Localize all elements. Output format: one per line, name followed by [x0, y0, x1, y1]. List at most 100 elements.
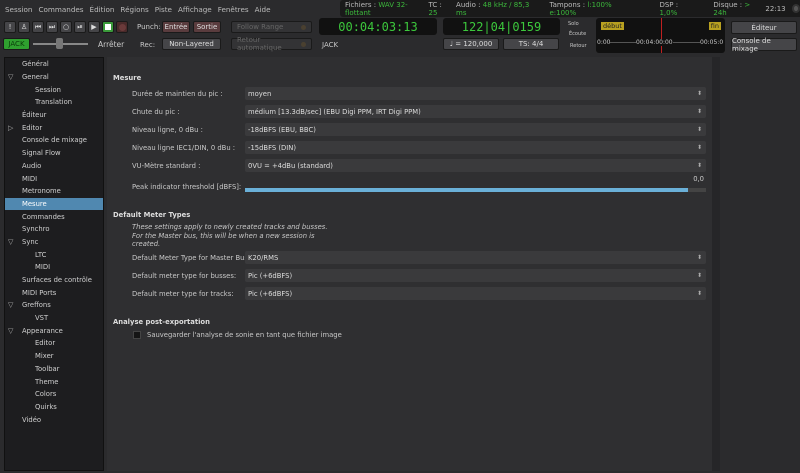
play-button[interactable]: ▶ — [88, 21, 100, 33]
stop-button[interactable] — [102, 21, 114, 33]
sidebar-item[interactable]: ▽ General — [5, 71, 103, 84]
sidebar-item-label: Appearance — [22, 326, 63, 335]
goto-start-button[interactable]: ⏮ — [32, 21, 44, 33]
menu-edition[interactable]: Édition — [90, 5, 115, 14]
peak-threshold-slider[interactable] — [245, 188, 706, 192]
sidebar-item[interactable]: Toolbar — [5, 363, 103, 376]
loop-button[interactable]: ○ — [60, 21, 72, 33]
menu-affichage[interactable]: Affichage — [178, 5, 212, 14]
goto-end-button[interactable]: ⏭ — [46, 21, 58, 33]
sidebar-item-label: Session — [35, 85, 61, 94]
expanded-arrow-icon[interactable]: ▽ — [8, 301, 13, 309]
sidebar-item[interactable]: MIDI — [5, 172, 103, 185]
record-button[interactable] — [116, 21, 128, 33]
expanded-arrow-icon[interactable]: ▽ — [8, 73, 13, 81]
sidebar-item-label: Sync — [22, 237, 39, 246]
shuttle-handle[interactable] — [56, 38, 63, 49]
meter-button[interactable]: TS: 4/4 — [503, 38, 559, 50]
settings-icon[interactable] — [791, 4, 800, 13]
sidebar-item[interactable]: Commandes — [5, 210, 103, 223]
rec-mode-button[interactable]: Non-Layered — [162, 38, 221, 50]
section-title: Mesure — [113, 74, 142, 82]
expanded-arrow-icon[interactable]: ▽ — [8, 327, 13, 335]
setting-label: VU-Mètre standard : — [132, 162, 201, 170]
sidebar-item[interactable]: ▽ Sync — [5, 236, 103, 249]
sidebar-item[interactable]: Éditeur — [5, 109, 103, 122]
sidebar-item[interactable]: Editor — [5, 337, 103, 350]
mini-timeline[interactable]: début fin 0:00 00:04:00:00 00:05:0 — [596, 18, 725, 53]
collapsed-arrow-icon[interactable]: ▷ — [8, 124, 13, 132]
setting-dropdown[interactable]: -18dBFS (EBU, BBC) ⬍ — [245, 123, 706, 136]
menu-aide[interactable]: Aide — [255, 5, 271, 14]
jack-button[interactable]: JACK — [3, 38, 30, 50]
return-button[interactable]: Retour — [570, 43, 587, 49]
expanded-arrow-icon[interactable]: ▽ — [8, 238, 13, 246]
sidebar-item[interactable]: Metronome — [5, 185, 103, 198]
setting-label: Default Meter Type for Master Bus: — [132, 254, 251, 262]
mixer-button[interactable]: Console de mixage — [731, 37, 797, 53]
sidebar-item[interactable]: Console de mixage — [5, 134, 103, 147]
secondary-clock[interactable]: 122|04|0159 — [443, 18, 560, 35]
menu-piste[interactable]: Piste — [155, 5, 172, 14]
setting-dropdown[interactable]: 0VU = +4dBu (standard) ⬍ — [245, 159, 706, 172]
peak-threshold-value: 0,0 — [693, 175, 704, 183]
setting-dropdown[interactable]: moyen ⬍ — [245, 87, 706, 100]
sidebar-item[interactable]: Mesure — [5, 197, 103, 211]
sidebar-item[interactable]: Audio — [5, 160, 103, 173]
setting-dropdown[interactable]: médium [13.3dB/sec] (EBU Digi PPM, IRT D… — [245, 105, 706, 118]
punch-in-button[interactable]: Entrée — [162, 21, 190, 33]
menu-fenetres[interactable]: Fenêtres — [218, 5, 249, 14]
follow-range-button[interactable]: Follow Range — [231, 21, 312, 33]
chevron-updown-icon: ⬍ — [696, 144, 702, 151]
sidebar-item[interactable]: Signal Flow — [5, 147, 103, 160]
punch-label: Punch: — [137, 23, 161, 31]
chevron-updown-icon: ⬍ — [696, 126, 702, 133]
sidebar-item[interactable]: Session — [5, 83, 103, 96]
sidebar-item-label: Surfaces de contrôle — [22, 276, 92, 285]
save-loudness-label: Sauvegarder l'analyse de sonie en tant q… — [147, 331, 342, 339]
sidebar-item[interactable]: ▽ Appearance — [5, 324, 103, 337]
sidebar-item[interactable]: Translation — [5, 96, 103, 109]
scrollbar[interactable] — [712, 57, 720, 471]
panic-button[interactable]: ! — [4, 21, 16, 33]
menu-commandes[interactable]: Commandes — [38, 5, 83, 14]
save-loudness-checkbox[interactable] — [133, 331, 141, 339]
end-marker[interactable]: fin — [708, 22, 721, 30]
editor-button[interactable]: Éditeur — [731, 21, 797, 34]
sidebar-item[interactable]: Synchro — [5, 223, 103, 236]
setting-dropdown[interactable]: Pic (+6dBFS) ⬍ — [245, 269, 706, 282]
menu-session[interactable]: Session — [5, 5, 32, 14]
sidebar-item[interactable]: Surfaces de contrôle — [5, 274, 103, 287]
sidebar-item[interactable]: MIDI — [5, 261, 103, 274]
dropdown-value: moyen — [248, 89, 272, 98]
sidebar-item[interactable]: LTC — [5, 248, 103, 261]
sidebar-item-label: LTC — [35, 250, 47, 259]
primary-clock[interactable]: 00:04:03:13 — [319, 18, 437, 35]
sidebar-item[interactable]: ▷ Editor — [5, 121, 103, 134]
start-marker[interactable]: début — [601, 22, 624, 30]
dropdown-value: Pic (+6dBFS) — [248, 271, 293, 280]
solo-button[interactable]: Solo — [568, 21, 579, 27]
sidebar-item[interactable]: Quirks — [5, 401, 103, 414]
sidebar-item[interactable]: ▽ Greffons — [5, 299, 103, 312]
sidebar-item[interactable]: Général — [5, 58, 103, 71]
setting-dropdown[interactable]: K20/RMS ⬍ — [245, 251, 706, 264]
setting-dropdown[interactable]: -15dBFS (DIN) ⬍ — [245, 141, 706, 154]
dropdown-value: K20/RMS — [248, 253, 279, 262]
punch-out-button[interactable]: Sortie — [193, 21, 221, 33]
sidebar-item-label: Signal Flow — [22, 149, 61, 158]
dropdown-value: 0VU = +4dBu (standard) — [248, 161, 333, 170]
setting-dropdown[interactable]: Pic (+6dBFS) ⬍ — [245, 287, 706, 300]
tempo-button[interactable]: ♩ = 120,000 — [443, 38, 499, 50]
menu-regions[interactable]: Régions — [120, 5, 148, 14]
auto-return-button[interactable]: Retour automatique — [231, 36, 312, 52]
sidebar-item[interactable]: Vidéo — [5, 413, 103, 426]
sidebar-item[interactable]: VST — [5, 312, 103, 325]
metronome-icon[interactable]: ♙ — [18, 21, 30, 33]
sidebar-item[interactable]: Mixer — [5, 350, 103, 363]
sidebar-item[interactable]: Theme — [5, 375, 103, 388]
listen-button[interactable]: Écoute — [569, 31, 586, 37]
play-range-button[interactable]: ⏯ — [74, 21, 86, 33]
sidebar-item[interactable]: MIDI Ports — [5, 286, 103, 299]
sidebar-item[interactable]: Colors — [5, 388, 103, 401]
